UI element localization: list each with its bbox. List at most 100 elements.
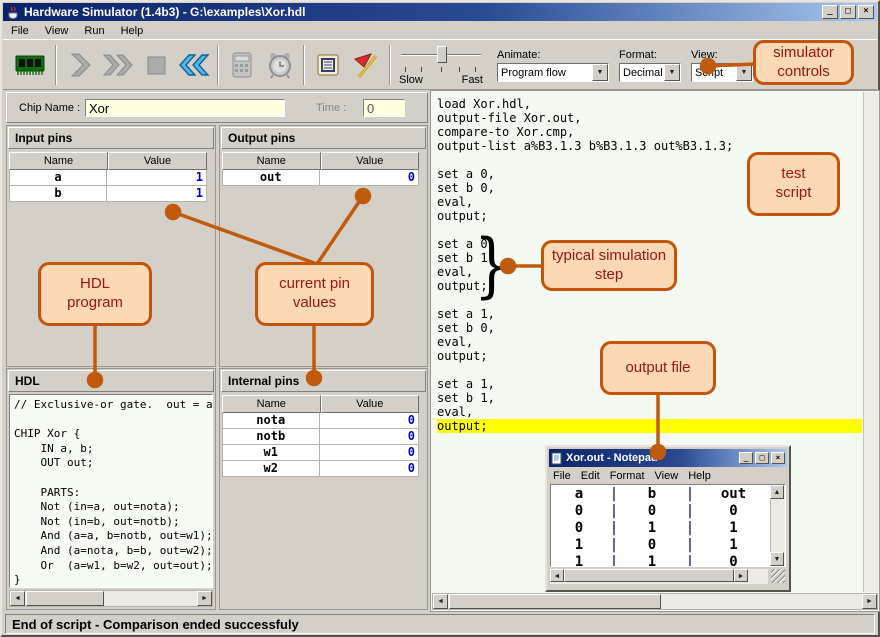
scroll-up-button[interactable]: ▲ bbox=[770, 485, 784, 499]
notepad-title-bar[interactable]: Xor.out - Notepad _ □ × bbox=[549, 449, 787, 467]
hdl-code-line: PARTS: bbox=[14, 486, 212, 501]
scroll-left-button[interactable]: ◄ bbox=[550, 569, 564, 582]
maximize-button[interactable]: □ bbox=[755, 452, 769, 464]
scroll-right-button[interactable]: ► bbox=[197, 591, 212, 606]
pin-name: out bbox=[223, 170, 320, 185]
menu-item[interactable]: Help bbox=[113, 23, 152, 39]
script-horizontal-scrollbar[interactable]: ◄ ► bbox=[432, 593, 878, 610]
pin-row: out 0 bbox=[222, 170, 419, 186]
menu-item[interactable]: Run bbox=[76, 23, 112, 39]
view-select[interactable]: Script ▼ bbox=[691, 63, 753, 82]
run-button[interactable] bbox=[99, 44, 137, 86]
format-select[interactable]: Decimal ▼ bbox=[619, 63, 681, 82]
single-step-button[interactable] bbox=[61, 44, 99, 86]
scroll-right-button[interactable]: ► bbox=[734, 569, 748, 582]
scroll-left-button[interactable]: ◄ bbox=[10, 591, 25, 606]
notepad-icon bbox=[551, 452, 563, 465]
toolbar-separator bbox=[217, 45, 219, 85]
menu-item[interactable]: File bbox=[553, 470, 571, 482]
minimize-button[interactable]: _ bbox=[739, 452, 753, 464]
chevron-down-icon[interactable]: ▼ bbox=[736, 64, 752, 81]
pin-name: nota bbox=[223, 413, 320, 428]
chevron-down-icon[interactable]: ▼ bbox=[664, 64, 680, 81]
menu-bar: FileViewRunHelp bbox=[3, 22, 877, 39]
animate-label: Animate: bbox=[497, 49, 609, 61]
clock-button[interactable] bbox=[261, 44, 299, 86]
resize-grip[interactable] bbox=[771, 569, 785, 583]
speed-slider[interactable]: Slow Fast bbox=[399, 43, 483, 87]
hdl-horizontal-scrollbar[interactable]: ◄ ► bbox=[9, 590, 213, 607]
scroll-down-button[interactable]: ▼ bbox=[770, 552, 784, 566]
animate-select[interactable]: Program flow ▼ bbox=[497, 63, 609, 82]
pin-value[interactable]: 1 bbox=[107, 186, 206, 201]
pin-row: notb 0 bbox=[222, 429, 419, 445]
menu-item[interactable]: View bbox=[37, 23, 77, 39]
toolbar-separator bbox=[303, 45, 305, 85]
hdl-code-line: OUT out; bbox=[14, 456, 212, 471]
callout-output-file: output file bbox=[600, 341, 716, 395]
notepad-horizontal-scrollbar[interactable]: ◄ ► bbox=[550, 569, 768, 584]
hdl-code-line: Or (a=w1, b=w2, out=out); bbox=[14, 559, 212, 574]
rewind-icon bbox=[177, 50, 211, 80]
script-vertical-scrollbar[interactable] bbox=[863, 92, 878, 592]
menu-item[interactable]: Edit bbox=[581, 470, 600, 482]
notepad-row: 0 | 1 | 1 bbox=[551, 520, 770, 537]
hdl-panel: HDL // Exclusive-or gate. out = a Xor b.… bbox=[6, 368, 216, 610]
pin-name: notb bbox=[223, 429, 320, 444]
script-line: set b 0, bbox=[437, 321, 862, 335]
notepad-row: a | b | out bbox=[551, 486, 770, 503]
hdl-title: HDL bbox=[8, 370, 214, 392]
menu-item[interactable]: View bbox=[655, 470, 679, 482]
pin-row: b 1 bbox=[9, 186, 207, 202]
clock-icon bbox=[264, 49, 296, 81]
callout-typical-simulation-step: typical simulation step bbox=[541, 240, 677, 291]
scrollbar-thumb[interactable] bbox=[564, 569, 734, 582]
maximize-button[interactable]: □ bbox=[840, 5, 856, 19]
close-button[interactable]: × bbox=[771, 452, 785, 464]
pin-name: b bbox=[10, 186, 107, 201]
chevron-down-icon[interactable]: ▼ bbox=[592, 64, 608, 81]
scrollbar-thumb[interactable] bbox=[26, 591, 104, 606]
notepad-row: 1 | 0 | 1 bbox=[551, 537, 770, 554]
rewind-button[interactable] bbox=[175, 44, 213, 86]
script-line: output; bbox=[437, 419, 862, 433]
notepad-vertical-scrollbar[interactable]: ▲ ▼ bbox=[770, 485, 785, 566]
notepad-row: 0 | 0 | 0 bbox=[551, 503, 770, 520]
format-label: Format: bbox=[619, 49, 681, 61]
breakpoints-button[interactable] bbox=[347, 44, 385, 86]
notepad-row: 1 | 1 | 0 bbox=[551, 554, 770, 567]
pin-name: w1 bbox=[223, 445, 320, 460]
title-bar: Hardware Simulator (1.4b3) - G:\examples… bbox=[3, 3, 877, 21]
animate-control: Animate: Program flow ▼ bbox=[497, 49, 609, 82]
callout-hdl-program: HDL program bbox=[38, 262, 152, 326]
menu-item[interactable]: File bbox=[3, 23, 37, 39]
pin-value[interactable]: 1 bbox=[107, 170, 206, 185]
scrollbar-thumb[interactable] bbox=[449, 594, 661, 609]
slider-thumb[interactable] bbox=[437, 46, 447, 63]
view-script-button[interactable] bbox=[309, 44, 347, 86]
chip-name-field[interactable]: Xor bbox=[85, 99, 285, 117]
time-label: Time : bbox=[316, 102, 346, 114]
menu-item[interactable]: Format bbox=[610, 470, 645, 482]
slider-slow-label: Slow bbox=[399, 74, 423, 86]
close-button[interactable]: × bbox=[858, 5, 874, 19]
scroll-left-button[interactable]: ◄ bbox=[433, 594, 448, 609]
hdl-code-line: And (a=a, b=notb, out=w1); bbox=[14, 529, 212, 544]
run-icon bbox=[101, 50, 135, 80]
minimize-button[interactable]: _ bbox=[822, 5, 838, 19]
notepad-window: Xor.out - Notepad _ □ × File Edit Format Vi… bbox=[545, 445, 791, 592]
script-line: load Xor.hdl, bbox=[437, 97, 862, 111]
output-pins-title: Output pins bbox=[221, 127, 426, 149]
stop-icon bbox=[141, 50, 171, 80]
pin-row: w1 0 bbox=[222, 445, 419, 461]
input-pins-table: a 1 b 1 bbox=[9, 170, 207, 202]
load-chip-button[interactable] bbox=[9, 44, 51, 86]
scroll-right-button[interactable]: ► bbox=[862, 594, 877, 609]
calculator-button[interactable] bbox=[223, 44, 261, 86]
pin-value: 0 bbox=[320, 445, 419, 460]
hdl-code-line: Not (in=b, out=notb); bbox=[14, 515, 212, 530]
menu-item[interactable]: Help bbox=[688, 470, 711, 482]
status-bar: End of script - Comparison ended success… bbox=[5, 614, 875, 634]
hdl-code: // Exclusive-or gate. out = a Xor b.CHIP… bbox=[9, 394, 213, 588]
stop-button[interactable] bbox=[137, 44, 175, 86]
